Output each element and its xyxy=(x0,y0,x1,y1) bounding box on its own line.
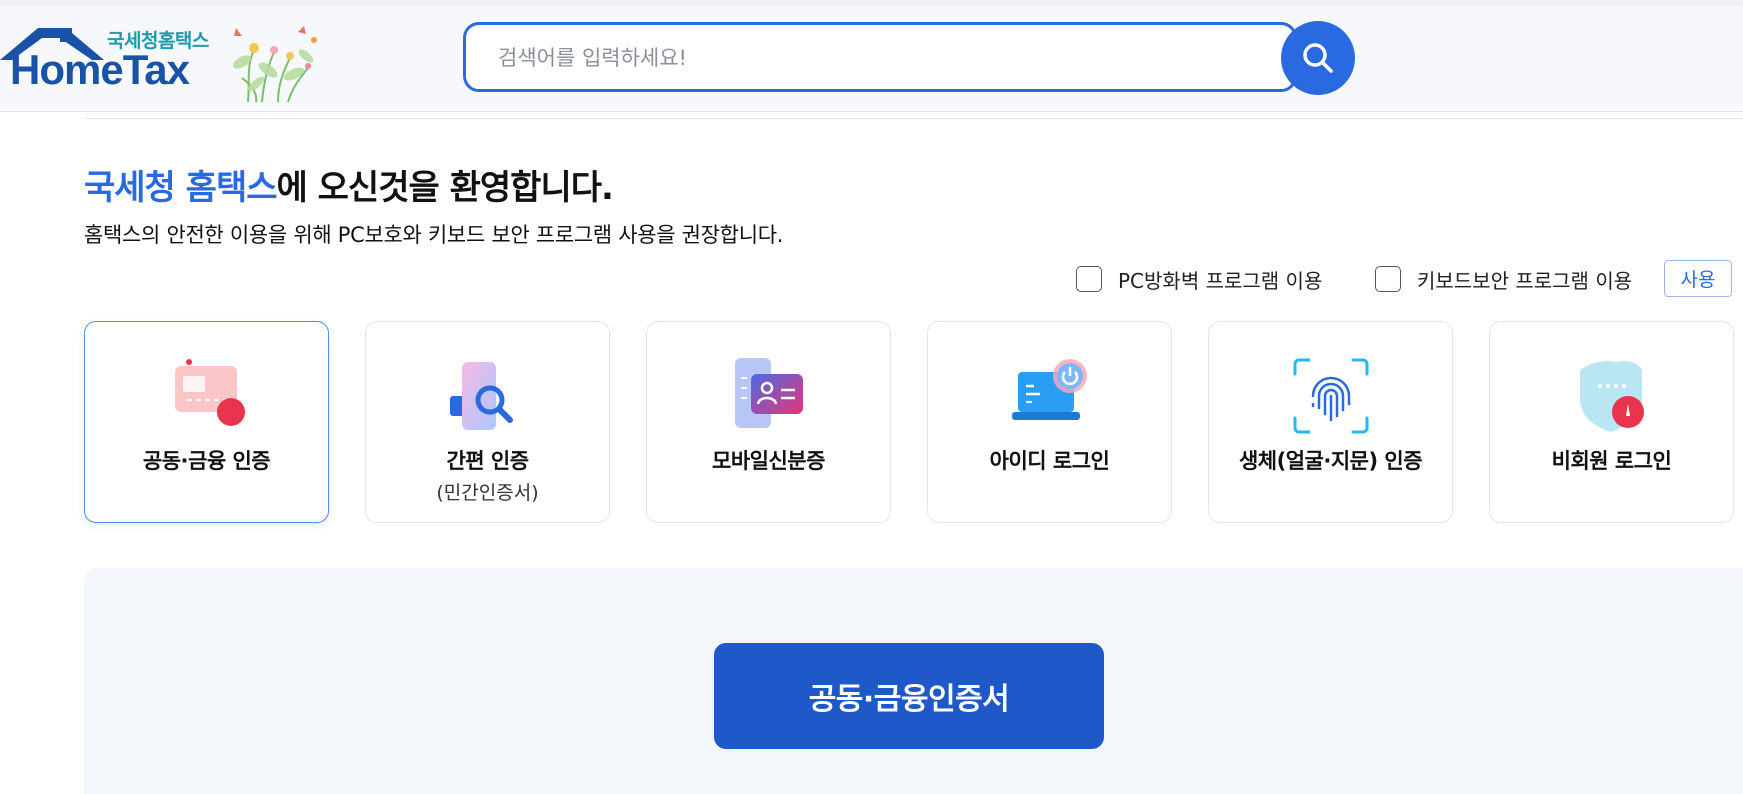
content-divider xyxy=(85,118,1743,119)
login-method-biometric[interactable]: 생체(얼굴·지문) 인증 xyxy=(1208,321,1453,523)
card-label: 모바일신분증 xyxy=(712,449,825,473)
welcome-title: 국세청 홈택스에 오신것을 환영합니다. xyxy=(84,160,614,209)
flower-decoration-icon xyxy=(232,26,317,103)
card-label: 간편 인증 xyxy=(446,449,529,473)
card-label: 생체(얼굴·지문) 인증 xyxy=(1238,449,1423,473)
hometax-logo[interactable]: 국세청홈택스 HomeTax xyxy=(0,18,320,104)
login-method-id-login[interactable]: 아이디 로그인 xyxy=(927,321,1172,523)
welcome-highlight: 국세청 홈택스 xyxy=(84,168,278,208)
card-label: 비회원 로그인 xyxy=(1551,449,1672,473)
certificate-icon xyxy=(175,359,245,426)
certificate-login-button[interactable]: 공동·금융인증서 xyxy=(714,643,1104,749)
keyboard-security-label: 키보드보안 프로그램 이용 xyxy=(1417,268,1633,293)
use-button[interactable]: 사용 xyxy=(1664,260,1732,297)
simple-auth-icon xyxy=(450,362,513,430)
firewall-checkbox[interactable] xyxy=(1076,266,1102,292)
keyboard-security-option[interactable]: 키보드보안 프로그램 이용 xyxy=(1375,264,1632,294)
card-label: 공동·금융 인증 xyxy=(142,449,271,473)
keyboard-security-checkbox[interactable] xyxy=(1375,266,1401,292)
firewall-label: PC방화벽 프로그램 이용 xyxy=(1118,268,1323,293)
card-sublabel: (민간인증서) xyxy=(436,482,539,504)
search-button[interactable] xyxy=(1281,21,1355,95)
fingerprint-icon xyxy=(1293,358,1369,434)
login-method-certificate[interactable]: 공동·금융 인증 xyxy=(84,321,329,523)
login-method-mobile-id[interactable]: 모바일신분증 xyxy=(646,321,891,523)
login-method-simple-auth[interactable]: 간편 인증 (민간인증서) xyxy=(365,321,610,523)
laptop-login-icon xyxy=(1012,359,1087,420)
search-input[interactable] xyxy=(496,25,1260,91)
search-icon xyxy=(1303,43,1333,73)
security-recommendation: 홈택스의 안전한 이용을 위해 PC보호와 키보드 보안 프로그램 사용을 권장… xyxy=(84,223,784,247)
welcome-rest: 에 오신것을 환영합니다. xyxy=(276,168,614,208)
mobile-id-icon xyxy=(735,358,803,428)
logo-wordmark: HomeTax xyxy=(10,46,190,93)
search-box xyxy=(463,22,1297,92)
firewall-option[interactable]: PC방화벽 프로그램 이용 xyxy=(1076,264,1322,294)
guest-shield-icon xyxy=(1580,361,1644,432)
header-divider xyxy=(0,111,1743,112)
login-method-guest[interactable]: 비회원 로그인 xyxy=(1489,321,1734,523)
card-label: 아이디 로그인 xyxy=(989,449,1110,473)
